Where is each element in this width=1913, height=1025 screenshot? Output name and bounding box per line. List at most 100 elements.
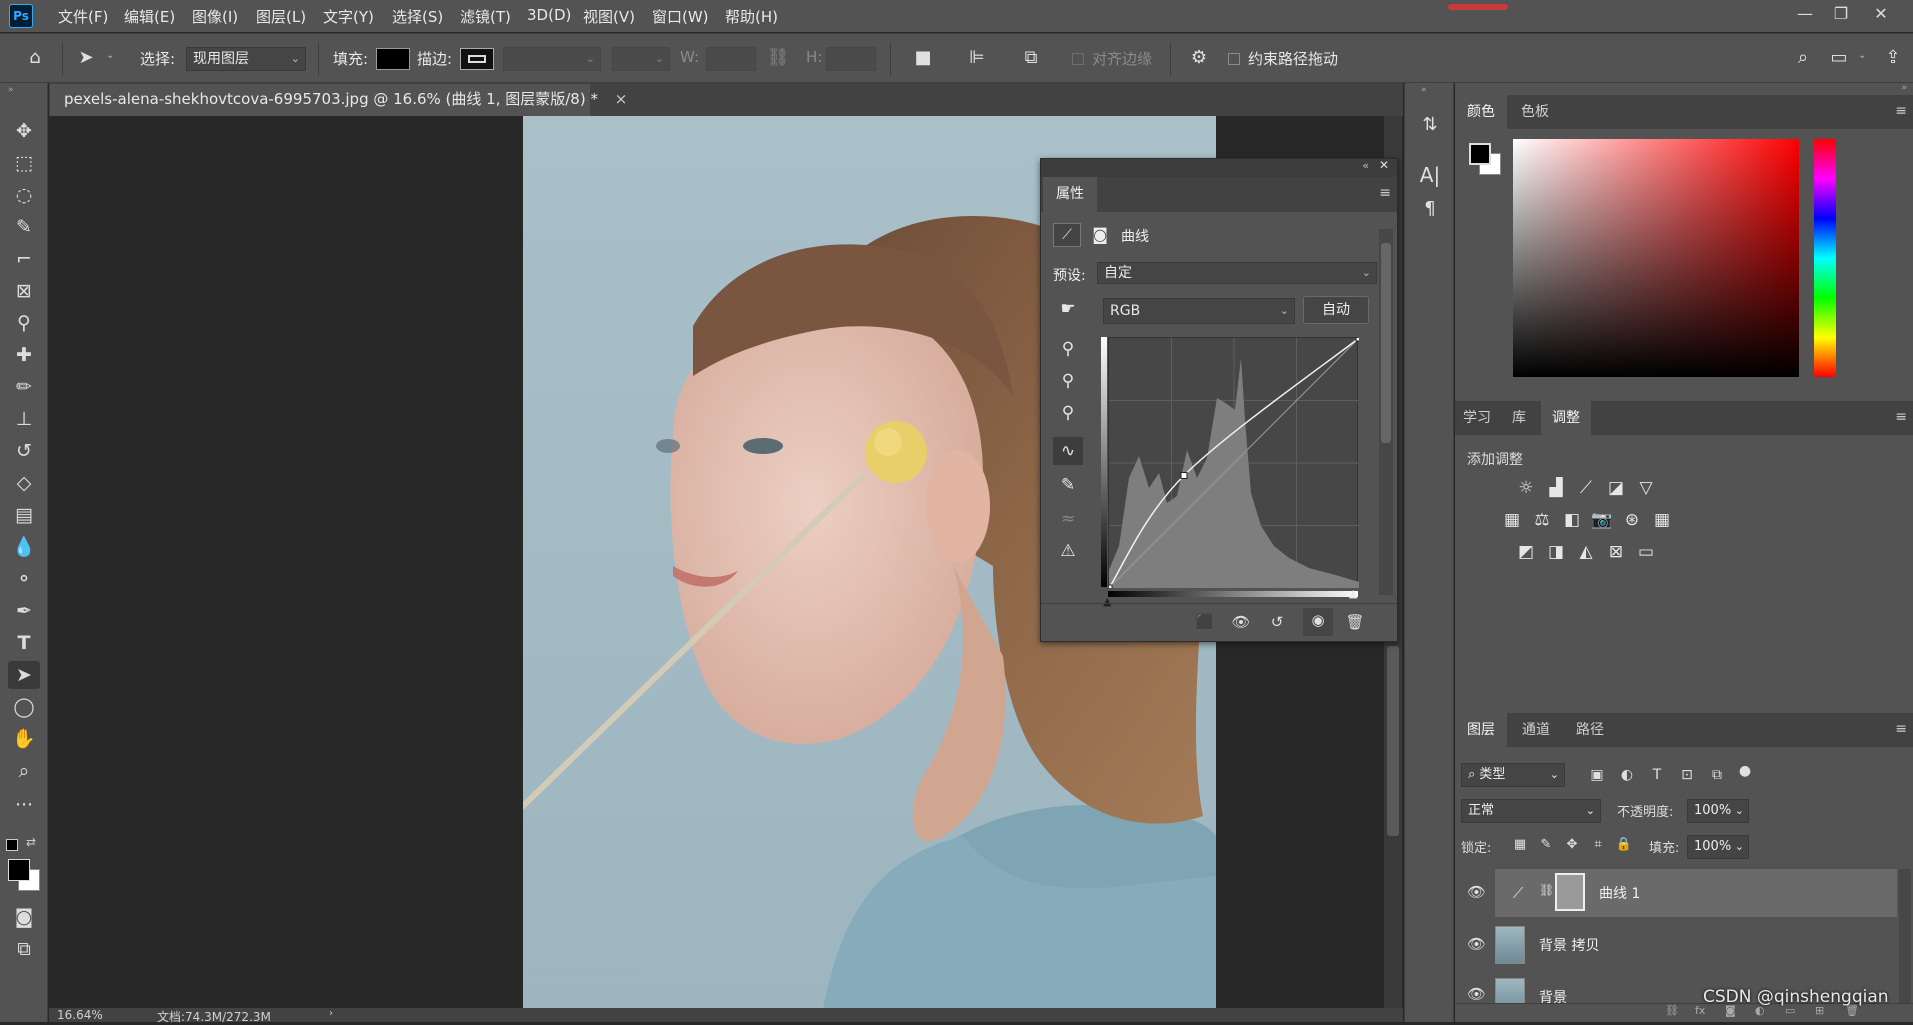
photo-filter-icon[interactable]: 📷 — [1589, 507, 1615, 533]
default-colors-icon[interactable] — [6, 839, 18, 851]
blur-tool-icon[interactable]: 💧 — [8, 533, 40, 561]
quick-select-tool-icon[interactable]: ✎ — [8, 213, 40, 241]
gray-point-eyedropper-icon[interactable]: ⚲ — [1053, 367, 1083, 395]
tab-color[interactable]: 颜色 — [1455, 95, 1507, 129]
selective-color-icon[interactable]: ⊠ — [1603, 539, 1629, 565]
tab-learn[interactable]: 学习 — [1455, 401, 1499, 435]
lock-all-icon[interactable]: 🔒 — [1613, 833, 1635, 857]
tab-adjustments[interactable]: 调整 — [1541, 401, 1591, 435]
layer-name[interactable]: 曲线 1 — [1599, 883, 1640, 903]
zoom-level[interactable]: 16.64% — [57, 1008, 103, 1022]
height-field[interactable] — [826, 47, 876, 71]
preset-dropdown[interactable]: 自定 ⌄ — [1097, 262, 1377, 284]
stroke-swatch[interactable] — [460, 48, 494, 70]
marquee-tool-icon[interactable]: ⬚ — [8, 149, 40, 177]
tab-paths[interactable]: 路径 — [1563, 713, 1617, 747]
path-operations-icon[interactable]: ■ — [910, 46, 936, 70]
panel-menu-icon[interactable]: ≡ — [1895, 721, 1907, 737]
filter-toggle-icon[interactable]: ● — [1733, 759, 1757, 783]
panel-menu-icon[interactable]: ≡ — [1895, 409, 1907, 425]
more-tools-icon[interactable]: ··· — [8, 791, 40, 819]
color-lookup-icon[interactable]: ▦ — [1649, 507, 1675, 533]
foreground-color-swatch[interactable] — [8, 859, 30, 881]
lock-position-icon[interactable]: ✥ — [1561, 833, 1583, 857]
eraser-tool-icon[interactable]: ◇ — [8, 469, 40, 497]
lock-pixels-icon[interactable]: ✎ — [1535, 833, 1557, 857]
gear-icon[interactable]: ⚙ — [1186, 46, 1212, 70]
hue-slider[interactable] — [1814, 139, 1836, 377]
filter-smart-object-icon[interactable]: ⧉ — [1705, 763, 1729, 787]
view-previous-icon[interactable]: 👁 — [1227, 610, 1255, 634]
lasso-tool-icon[interactable]: ◌ — [8, 181, 40, 209]
link-icon[interactable]: ⛓ — [1539, 883, 1554, 897]
threshold-icon[interactable]: ◭ — [1573, 539, 1599, 565]
eye-icon[interactable]: 👁 — [1467, 935, 1486, 953]
brush-tool-icon[interactable]: ✏ — [8, 373, 40, 401]
curve-control-point[interactable] — [1105, 584, 1113, 592]
path-selection-tool-icon[interactable]: ➤ — [8, 661, 40, 689]
select-layer-dropdown[interactable]: 现用图层 ⌄ — [186, 47, 306, 71]
menu-layer[interactable]: 图层(L) — [256, 6, 306, 27]
invert-icon[interactable]: ◩ — [1513, 539, 1539, 565]
menu-view[interactable]: 视图(V) — [583, 6, 635, 27]
screen-mode-icon[interactable]: ⧉ — [8, 935, 40, 963]
curves-icon[interactable]: ⟋ — [1573, 475, 1599, 501]
mask-icon[interactable]: ◙ — [1087, 223, 1113, 247]
filter-pixel-icon[interactable]: ▣ — [1585, 763, 1609, 787]
posterize-icon[interactable]: ◨ — [1543, 539, 1569, 565]
swap-colors-icon[interactable]: ⇄ — [26, 835, 36, 849]
layer-thumbnail[interactable] — [1495, 926, 1525, 964]
clipping-warning-icon[interactable]: ⚠ — [1053, 537, 1083, 565]
collapse-icon[interactable]: « — [1362, 159, 1369, 172]
black-white-icon[interactable]: ◧ — [1559, 507, 1585, 533]
exposure-icon[interactable]: ◪ — [1603, 475, 1629, 501]
vibrance-icon[interactable]: ▽ — [1633, 475, 1659, 501]
hand-tool-icon[interactable]: ✋ — [8, 725, 40, 753]
tab-channels[interactable]: 通道 — [1509, 713, 1563, 747]
healing-brush-tool-icon[interactable]: ✚ — [8, 341, 40, 369]
menu-edit[interactable]: 编辑(E) — [124, 6, 175, 27]
eye-icon[interactable]: 👁 — [1467, 883, 1486, 901]
fill-swatch[interactable] — [376, 48, 410, 70]
tab-swatches[interactable]: 色板 — [1507, 95, 1563, 129]
search-icon[interactable]: ⌕ — [1790, 46, 1816, 70]
menu-select[interactable]: 选择(S) — [392, 6, 443, 27]
menu-help[interactable]: 帮助(H) — [725, 6, 778, 27]
filter-adjustment-icon[interactable]: ◐ — [1615, 763, 1639, 787]
tab-libraries[interactable]: 库 — [1499, 401, 1539, 435]
zoom-tool-icon[interactable]: ⌕ — [8, 757, 40, 785]
white-slider-icon[interactable]: ▲ — [1349, 587, 1357, 600]
channel-dropdown[interactable]: RGB ⌄ — [1103, 298, 1295, 324]
character-panel-icon[interactable]: A| — [1417, 163, 1443, 187]
menu-type[interactable]: 文字(Y) — [323, 6, 374, 27]
layers-scrollbar[interactable] — [1899, 869, 1911, 1005]
move-tool-icon[interactable]: ✥ — [8, 117, 40, 145]
frame-tool-icon[interactable]: ⊠ — [8, 277, 40, 305]
layer-row[interactable]: ⟋ ⛓ 曲线 1 — [1495, 869, 1897, 917]
layer-name[interactable]: 背景 拷贝 — [1539, 935, 1599, 955]
path-arrangement-icon[interactable]: ⧉ — [1018, 46, 1044, 70]
crop-tool-icon[interactable]: ⌐ — [8, 245, 40, 273]
link-layers-icon[interactable]: ⛓ — [1665, 1004, 1679, 1017]
eyedropper-tool-icon[interactable]: ⚲ — [8, 309, 40, 337]
hue-saturation-icon[interactable]: ▦ — [1499, 507, 1525, 533]
path-selection-tool-icon[interactable]: ➤ — [74, 46, 98, 70]
curves-adjustment-icon[interactable]: ⟋ — [1053, 223, 1081, 247]
share-icon[interactable]: ⇪ — [1880, 46, 1906, 70]
layer-filter-dropdown[interactable]: ⌕ 类型 ⌄ — [1461, 763, 1565, 787]
home-icon[interactable]: ⌂ — [22, 46, 48, 70]
history-brush-tool-icon[interactable]: ↺ — [8, 437, 40, 465]
minimize-button[interactable]: — — [1786, 2, 1824, 26]
color-balance-icon[interactable]: ⚖ — [1529, 507, 1555, 533]
menu-3d[interactable]: 3D(D) — [527, 6, 571, 24]
document-tab[interactable]: pexels-alena-shekhovtcova-6995703.jpg @ … — [50, 84, 627, 116]
curves-graph[interactable] — [1105, 334, 1363, 592]
history-panel-icon[interactable]: ⇅ — [1417, 113, 1443, 137]
blend-mode-dropdown[interactable]: 正常 ⌄ — [1461, 799, 1601, 823]
path-alignment-icon[interactable]: ⊫ — [964, 46, 990, 70]
close-window-button[interactable]: ✕ — [1862, 2, 1900, 26]
lock-artboard-icon[interactable]: ⌗ — [1587, 833, 1609, 857]
chevron-right-icon[interactable]: › — [329, 1008, 333, 1019]
close-icon[interactable]: ✕ — [1379, 158, 1389, 172]
pencil-draw-icon[interactable]: ✎ — [1053, 471, 1083, 499]
